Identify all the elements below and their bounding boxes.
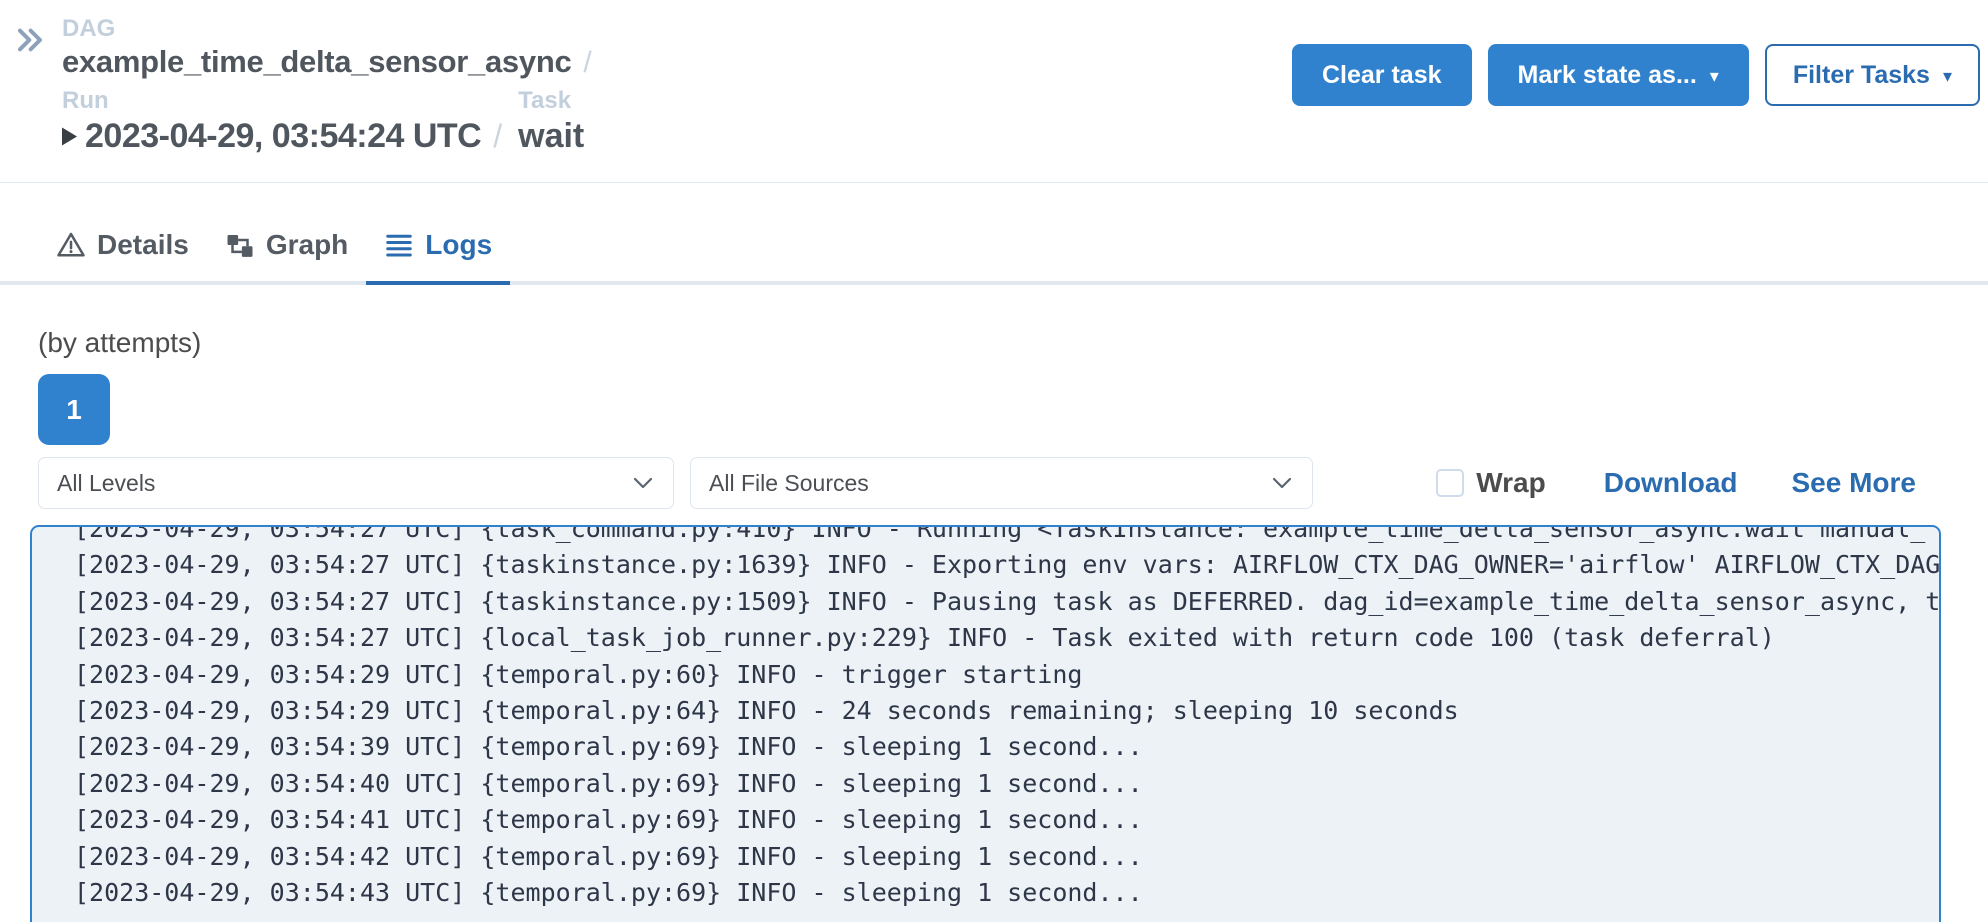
see-more-link[interactable]: See More <box>1792 467 1917 499</box>
dag-label: DAG <box>62 16 592 42</box>
run-value[interactable]: 2023-04-29, 03:54:24 UTC <box>85 117 481 156</box>
wrap-label: Wrap <box>1476 467 1546 499</box>
log-lines-icon <box>384 230 414 260</box>
clear-task-button[interactable]: Clear task <box>1292 44 1472 106</box>
logs-panel: (by attempts) 1 All Levels All File Sour… <box>0 327 1988 922</box>
breadcrumb: DAG example_time_delta_sensor_async / Ru… <box>14 0 592 156</box>
wrap-checkbox[interactable] <box>1436 469 1464 497</box>
tab-graph[interactable]: Graph <box>207 183 366 285</box>
by-attempts-label: (by attempts) <box>38 327 1988 359</box>
run-disclosure-caret-icon[interactable] <box>62 127 77 146</box>
header-actions: Clear task Mark state as... ▾ Filter Tas… <box>1292 44 1980 106</box>
log-level-select[interactable]: All Levels <box>38 457 674 509</box>
chevron-down-icon: ▾ <box>1710 66 1719 87</box>
chevron-down-icon <box>633 477 653 489</box>
tab-logs[interactable]: Logs <box>366 183 510 285</box>
breadcrumb-separator: / <box>583 46 591 80</box>
filter-tasks-button[interactable]: Filter Tasks ▾ <box>1765 44 1980 106</box>
tab-bar: Details Graph Logs <box>0 183 1988 285</box>
chevron-down-icon <box>1272 477 1292 489</box>
mark-state-button[interactable]: Mark state as... ▾ <box>1488 44 1749 106</box>
header: DAG example_time_delta_sensor_async / Ru… <box>0 0 1988 183</box>
log-filter-row: All Levels All File Sources Wrap Downloa… <box>38 457 1950 509</box>
log-content: [2023-04-29, 03:54:27 UTC] {task_command… <box>74 525 1939 911</box>
run-label: Run <box>62 88 502 114</box>
download-link[interactable]: Download <box>1604 467 1738 499</box>
warning-triangle-icon <box>56 230 86 260</box>
task-label: Task <box>518 88 584 114</box>
tab-details[interactable]: Details <box>38 183 207 285</box>
graph-nodes-icon <box>225 230 255 260</box>
chevron-down-icon: ▾ <box>1943 66 1952 87</box>
task-instance-page: DAG example_time_delta_sensor_async / Ru… <box>0 0 1988 922</box>
breadcrumb-separator: / <box>493 118 502 155</box>
attempt-1-button[interactable]: 1 <box>38 374 110 445</box>
log-output[interactable]: [2023-04-29, 03:54:27 UTC] {task_command… <box>30 525 1941 922</box>
file-source-select[interactable]: All File Sources <box>690 457 1313 509</box>
task-value[interactable]: wait <box>518 117 584 156</box>
dag-name[interactable]: example_time_delta_sensor_async <box>62 44 571 80</box>
double-chevron-right-icon[interactable] <box>14 24 46 56</box>
